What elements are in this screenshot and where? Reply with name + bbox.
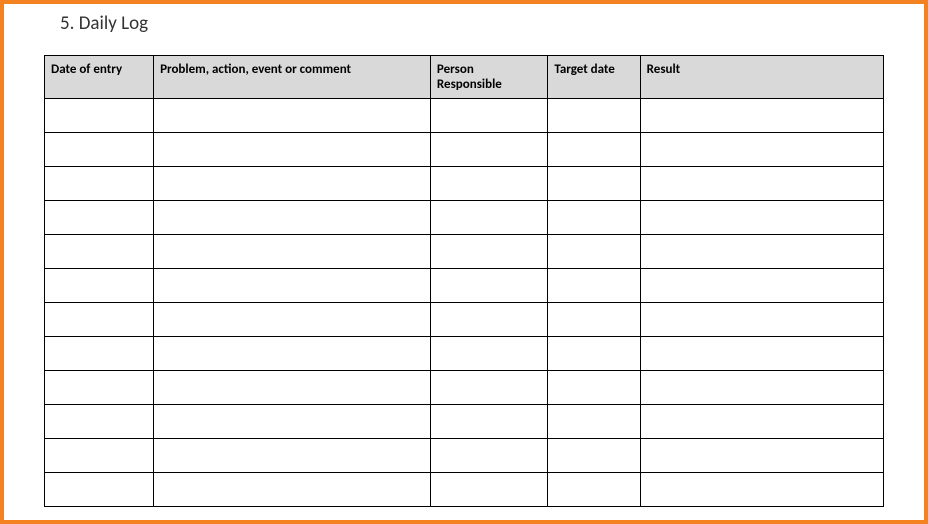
cell [548, 269, 640, 303]
cell [45, 337, 154, 371]
cell [45, 439, 154, 473]
cell [430, 201, 547, 235]
cell [640, 99, 883, 133]
cell [430, 99, 547, 133]
cell [640, 133, 883, 167]
cell [548, 235, 640, 269]
cell [430, 473, 547, 507]
cell [45, 235, 154, 269]
cell [154, 337, 431, 371]
cell [45, 303, 154, 337]
cell [548, 201, 640, 235]
cell [154, 201, 431, 235]
table-header-row: Date of entry Problem, action, event or … [45, 56, 884, 99]
cell [430, 303, 547, 337]
cell [640, 439, 883, 473]
col-person-responsible: Person Responsible [430, 56, 547, 99]
cell [45, 405, 154, 439]
table-row [45, 201, 884, 235]
cell [45, 167, 154, 201]
cell [430, 405, 547, 439]
cell [154, 167, 431, 201]
cell [640, 405, 883, 439]
cell [640, 167, 883, 201]
cell [640, 201, 883, 235]
document-frame: 5. Daily Log Date of entry Problem, acti… [0, 0, 928, 524]
cell [640, 371, 883, 405]
cell [548, 405, 640, 439]
col-target-date: Target date [548, 56, 640, 99]
cell [430, 133, 547, 167]
cell [154, 303, 431, 337]
cell [548, 167, 640, 201]
cell [430, 269, 547, 303]
cell [548, 303, 640, 337]
cell [640, 473, 883, 507]
cell [154, 269, 431, 303]
table-row [45, 371, 884, 405]
cell [45, 371, 154, 405]
table-row [45, 405, 884, 439]
table-row [45, 99, 884, 133]
daily-log-table: Date of entry Problem, action, event or … [44, 55, 884, 507]
cell [640, 337, 883, 371]
cell [45, 201, 154, 235]
cell [430, 439, 547, 473]
table-row [45, 269, 884, 303]
cell [430, 337, 547, 371]
table-row [45, 235, 884, 269]
cell [154, 235, 431, 269]
cell [430, 371, 547, 405]
table-row [45, 473, 884, 507]
cell [548, 473, 640, 507]
cell [548, 371, 640, 405]
col-result: Result [640, 56, 883, 99]
col-problem-comment: Problem, action, event or comment [154, 56, 431, 99]
cell [154, 99, 431, 133]
cell [45, 269, 154, 303]
cell [640, 269, 883, 303]
cell [154, 439, 431, 473]
cell [45, 99, 154, 133]
table-row [45, 133, 884, 167]
table-row [45, 337, 884, 371]
table-row [45, 303, 884, 337]
cell [45, 473, 154, 507]
table-row [45, 439, 884, 473]
cell [154, 405, 431, 439]
table-body [45, 99, 884, 507]
cell [430, 167, 547, 201]
cell [548, 439, 640, 473]
cell [154, 371, 431, 405]
cell [154, 133, 431, 167]
page-title: 5. Daily Log [60, 12, 884, 35]
cell [430, 235, 547, 269]
cell [45, 133, 154, 167]
cell [640, 303, 883, 337]
cell [548, 133, 640, 167]
cell [548, 337, 640, 371]
col-date-of-entry: Date of entry [45, 56, 154, 99]
cell [640, 235, 883, 269]
cell [154, 473, 431, 507]
table-row [45, 167, 884, 201]
cell [548, 99, 640, 133]
